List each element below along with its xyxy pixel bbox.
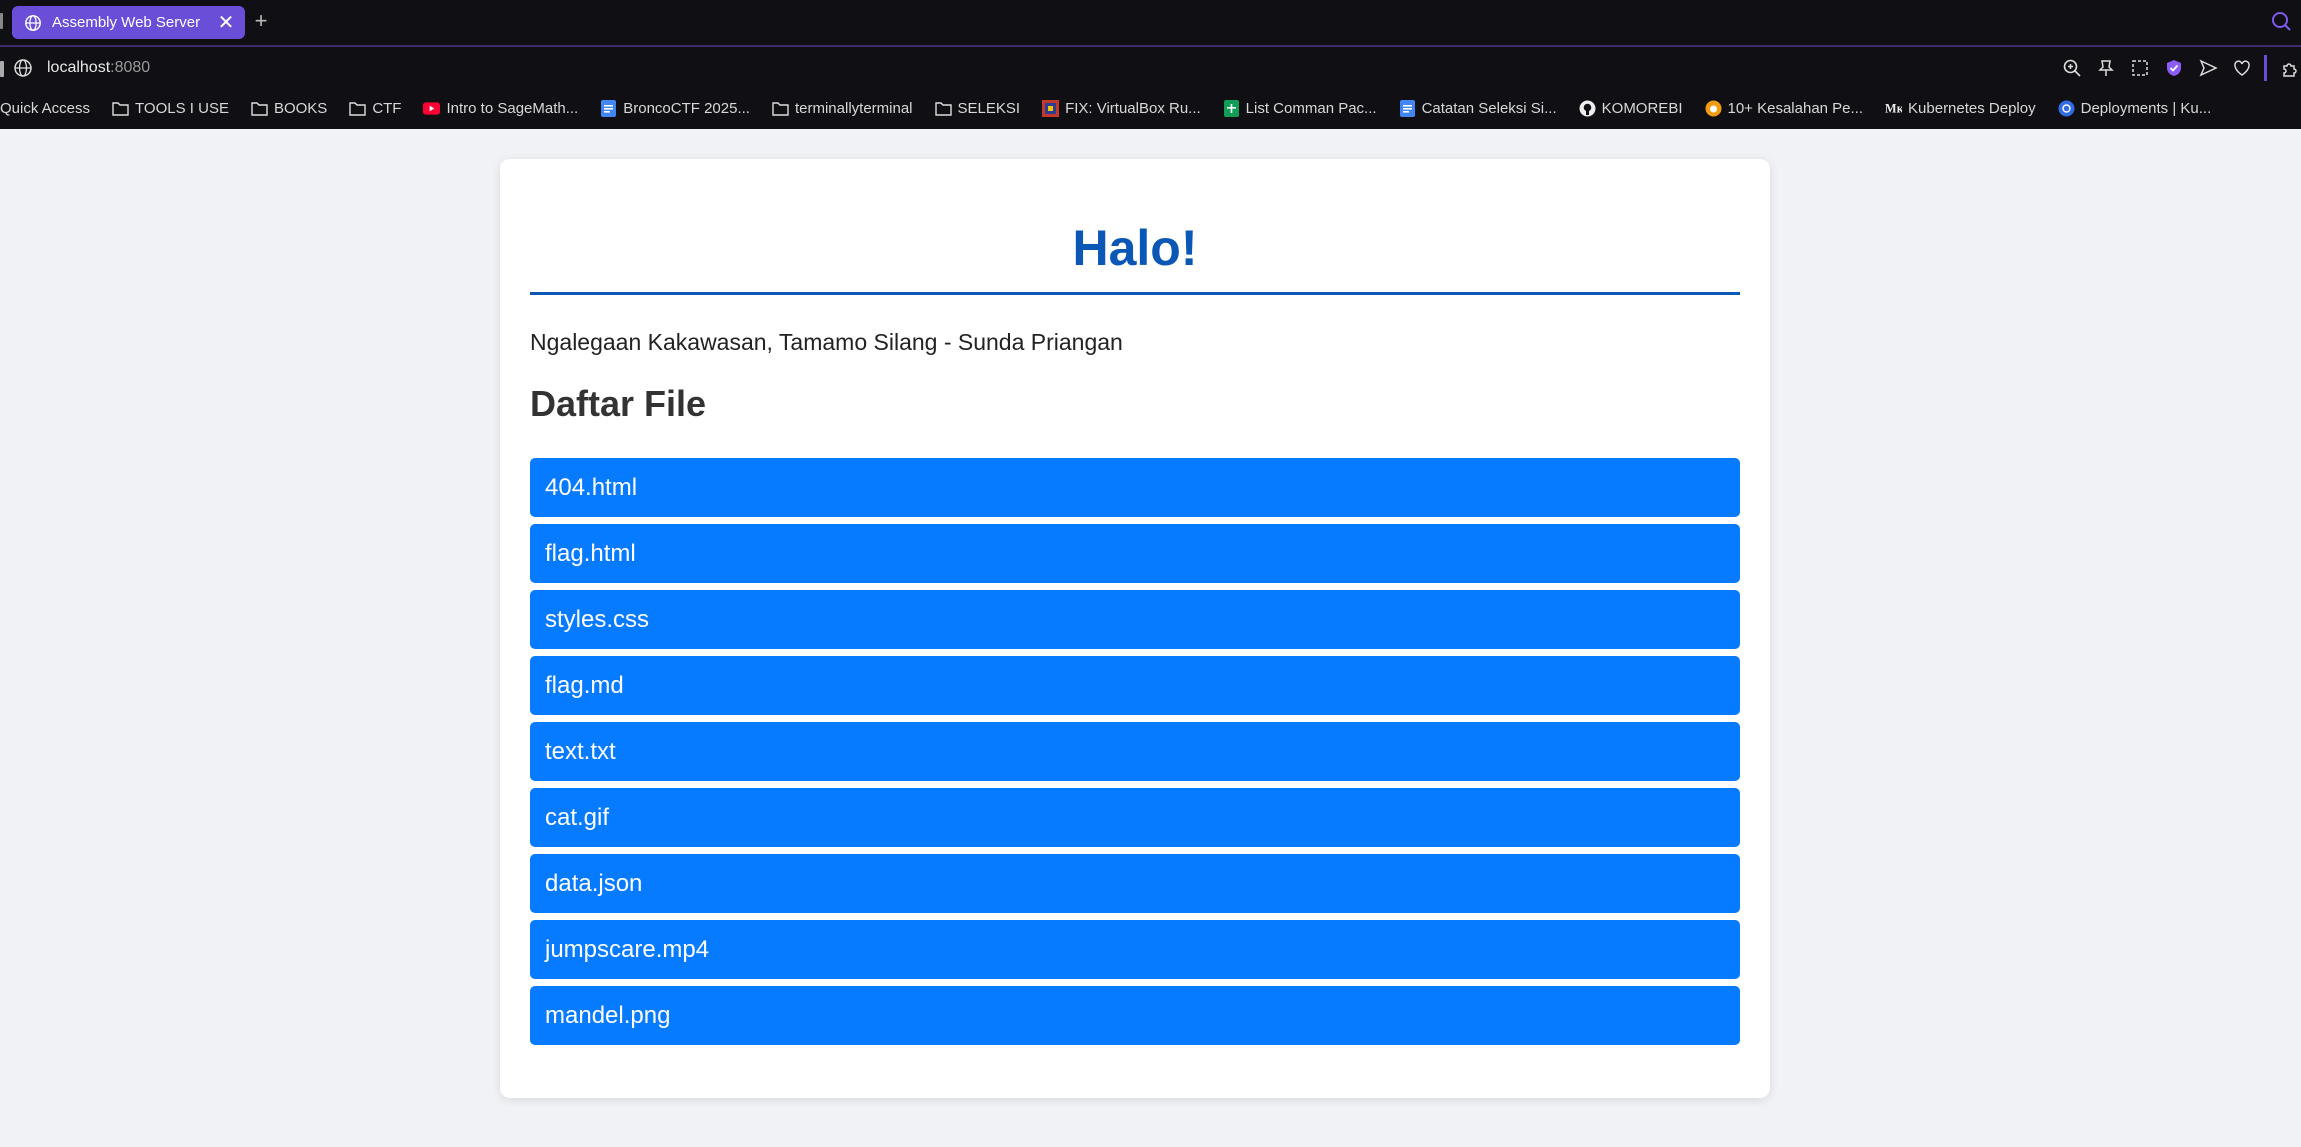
divider: [2264, 55, 2268, 81]
bookmark-item[interactable]: terminallyterminal: [772, 100, 913, 117]
sheets-icon: [1223, 99, 1240, 117]
file-link[interactable]: cat.gif: [530, 788, 1740, 847]
file-link[interactable]: flag.md: [530, 656, 1740, 715]
search-icon[interactable]: [2270, 10, 2292, 32]
bookmark-label: CTF: [372, 99, 402, 117]
file-link[interactable]: 404.html: [530, 458, 1740, 517]
file-link[interactable]: jumpscare.mp4: [530, 920, 1740, 979]
bookmark-item[interactable]: CTF: [349, 100, 401, 117]
bookmark-label: BroncoCTF 2025...: [623, 99, 750, 117]
bookmark-item[interactable]: SELEKSI: [934, 99, 1021, 117]
heart-icon[interactable]: [2230, 56, 2254, 80]
tab-title: Assembly Web Server: [52, 14, 201, 31]
url-input[interactable]: localhost:8080: [47, 58, 150, 78]
bookmark-item[interactable]: BroncoCTF 2025...: [600, 99, 750, 117]
tab-bar: Assembly Web Server ✕ +: [0, 0, 2301, 47]
bookmark-label: KOMOREBI: [1601, 99, 1683, 117]
page-title: Halo!: [1072, 220, 1198, 276]
bookmark-item[interactable]: KOMOREBI: [1579, 100, 1683, 117]
file-link[interactable]: mandel.png: [530, 986, 1740, 1045]
file-link[interactable]: flag.html: [530, 524, 1740, 583]
sidebar-toggle[interactable]: [0, 13, 3, 29]
bookmark-label: Deployments | Ku...: [2080, 99, 2212, 117]
bookmark-item[interactable]: BOOKS: [251, 100, 327, 117]
new-tab-button[interactable]: +: [250, 10, 272, 32]
bookmark-label: Quick Access: [0, 99, 91, 117]
bookmark-label: Kubernetes Deploy: [1908, 99, 2036, 117]
bookmarks-bar: Quick Access TOOLS I USE BOOKS CTF Intro to …: [0, 94, 2301, 122]
github-icon: [1579, 100, 1596, 117]
bookmark-item[interactable]: TOOLS I USE: [112, 100, 229, 117]
shield-icon[interactable]: [2162, 56, 2186, 80]
site-info-icon[interactable]: [13, 58, 33, 78]
bookmark-item[interactable]: Intro to SageMath...: [423, 100, 578, 117]
bookmark-item[interactable]: FIX: VirtualBox Ru...: [1042, 99, 1201, 117]
file-list: 404.html flag.html styles.css flag.md text.t…: [530, 458, 1740, 1052]
bookmark-item[interactable]: Mᴋ Kubernetes Deploy: [1885, 100, 2036, 117]
bookmark-item[interactable]: Deployments | Ku...: [2058, 99, 2212, 117]
screenshot-icon[interactable]: [2128, 56, 2152, 80]
page-subtitle: Ngalegaan Kakawasan, Tamamo Silang - Sun…: [530, 329, 1123, 355]
tab-favicon-icon: [25, 14, 41, 31]
folder-icon: [934, 100, 952, 117]
bookmark-label: BOOKS: [273, 99, 328, 117]
address-bar-actions: [2060, 55, 2301, 81]
bookmark-label: List Comman Pac...: [1245, 99, 1377, 117]
bookmark-label: Intro to SageMath...: [446, 99, 579, 117]
content-card: Halo! Ngalegaan Kakawasan, Tamamo Silang…: [500, 159, 1770, 1098]
bookmark-label: terminallyterminal: [794, 99, 913, 117]
kubernetes-icon: [2058, 100, 2075, 117]
folder-icon: [349, 100, 367, 117]
bookmark-label: SELEKSI: [957, 99, 1021, 117]
pin-icon[interactable]: [2094, 56, 2118, 80]
sidebar-toggle-2[interactable]: [0, 61, 4, 77]
docs-icon: [600, 99, 617, 117]
send-icon[interactable]: [2196, 56, 2220, 80]
section-heading: Daftar File: [530, 383, 707, 424]
docs-icon: [1399, 99, 1416, 117]
folder-icon: [112, 100, 129, 117]
bookmark-label: 10+ Kesalahan Pe...: [1727, 99, 1864, 117]
bookmark-item[interactable]: Quick Access: [0, 100, 90, 117]
folder-icon: [251, 100, 268, 117]
tab-close-icon[interactable]: ✕: [215, 12, 237, 34]
svg-text:Mᴋ: Mᴋ: [1885, 102, 1902, 114]
title-divider: [530, 292, 1740, 295]
bookmark-item[interactable]: 10+ Kesalahan Pe...: [1705, 99, 1864, 117]
url-port: :8080: [110, 59, 151, 76]
bookmark-label: TOOLS I USE: [135, 99, 229, 117]
file-link[interactable]: data.json: [530, 854, 1740, 913]
bookmark-label: FIX: VirtualBox Ru...: [1065, 99, 1201, 117]
file-link[interactable]: text.txt: [530, 722, 1740, 781]
file-link[interactable]: styles.css: [530, 590, 1740, 649]
address-bar: localhost:8080: [0, 52, 2301, 84]
site-icon: [1042, 99, 1060, 117]
folder-icon: [772, 100, 789, 117]
browser-chrome: Assembly Web Server ✕ + localhost:8080 Q…: [0, 0, 2301, 129]
tab-active[interactable]: Assembly Web Server ✕: [12, 6, 245, 39]
youtube-icon: [423, 100, 441, 117]
zoom-icon[interactable]: [2060, 56, 2084, 80]
bookmark-item[interactable]: List Comman Pac...: [1223, 99, 1377, 117]
bookmark-label: Catatan Seleksi Si...: [1421, 99, 1557, 117]
extensions-icon[interactable]: [2278, 56, 2301, 80]
medium-icon: Mᴋ: [1885, 100, 1902, 117]
bookmark-item[interactable]: Catatan Seleksi Si...: [1399, 99, 1557, 117]
orange-site-icon: [1705, 100, 1722, 117]
url-host: localhost: [47, 59, 111, 76]
